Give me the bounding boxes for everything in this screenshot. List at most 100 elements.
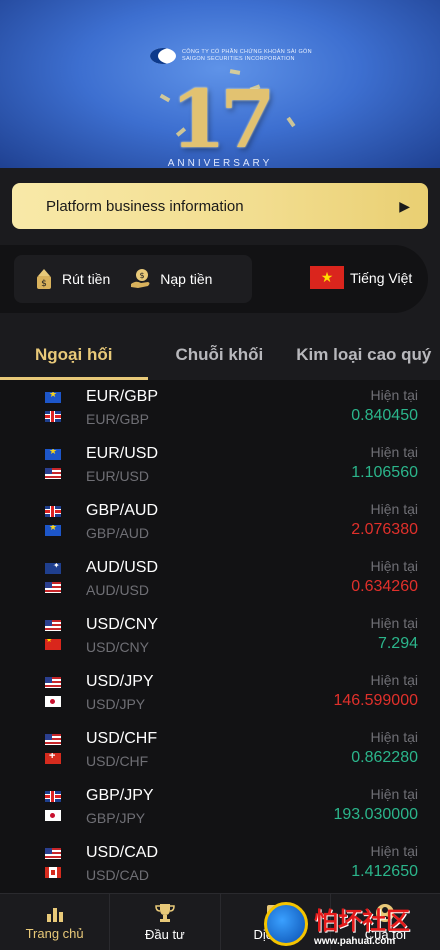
current-label: Hiện tại: [370, 558, 418, 574]
list-item[interactable]: USD/JPY USD/JPY Hiện tại 146.599000: [0, 665, 440, 722]
current-label: Hiện tại: [370, 672, 418, 688]
list-item[interactable]: EUR/USD EUR/USD Hiện tại 1.106560: [0, 437, 440, 494]
us-flag-icon: [45, 848, 61, 859]
pair-subtitle: USD/CHF: [86, 753, 149, 769]
pair-price: 1.106560: [351, 464, 418, 481]
canada-flag-icon: [45, 867, 61, 878]
pair-subtitle: GBP/AUD: [86, 525, 150, 541]
pair-price: 2.076380: [351, 521, 418, 538]
switzerland-flag-icon: [45, 753, 61, 764]
pair-price: 193.030000: [333, 806, 418, 823]
tab-forex[interactable]: Ngoại hối: [35, 345, 112, 365]
us-flag-icon: [45, 582, 61, 593]
list-item[interactable]: GBP/JPY GBP/JPY Hiện tại 193.030000: [0, 779, 440, 836]
withdraw-button[interactable]: $ Rút tiền: [14, 268, 110, 290]
nav-home[interactable]: Trang chủ: [0, 894, 111, 950]
anniversary-banner[interactable]: CÔNG TY CỔ PHẦN CHỨNG KHOÁN SÀI GÒN SAIG…: [0, 0, 440, 172]
current-label: Hiện tại: [370, 501, 418, 517]
eu-flag-icon: [45, 525, 61, 536]
list-item[interactable]: EUR/GBP EUR/GBP Hiện tại 0.840450: [0, 380, 440, 437]
trophy-icon: [155, 903, 175, 922]
pair-subtitle: AUD/USD: [86, 582, 150, 598]
pair-name: GBP/JPY: [86, 787, 154, 804]
pair-name: USD/CAD: [86, 844, 159, 861]
brand-line-2: SAIGON SECURITIES INCORPORATION: [182, 56, 295, 62]
service-icon: [267, 904, 284, 921]
list-item[interactable]: USD/CNY USD/CNY Hiện tại 7.294: [0, 608, 440, 665]
japan-flag-icon: [45, 810, 61, 821]
uk-flag-icon: [45, 506, 61, 517]
home-chart-icon: [44, 904, 66, 922]
pair-subtitle: USD/CAD: [86, 867, 150, 883]
pair-name: AUD/USD: [86, 559, 159, 576]
language-label: Tiếng Việt: [350, 269, 413, 286]
platform-info-label: Platform business information: [46, 197, 244, 215]
nav-invest[interactable]: Đầu tư: [110, 894, 221, 950]
nav-home-label: Trang chủ: [25, 925, 84, 941]
current-label: Hiện tại: [370, 444, 418, 460]
pair-subtitle: GBP/JPY: [86, 810, 146, 826]
language-selector[interactable]: ★ Tiếng Việt: [310, 266, 412, 289]
current-label: Hiện tại: [370, 729, 418, 745]
deposit-button[interactable]: $ Nạp tiền: [110, 268, 212, 290]
svg-text:$: $: [140, 271, 145, 280]
bottom-navigation: Trang chủ Đầu tư Dịch vụ Của tôi: [0, 893, 440, 950]
deposit-money-icon: $: [131, 269, 150, 288]
current-label: Hiện tại: [370, 387, 418, 403]
anniversary-number: 17: [170, 72, 275, 166]
eu-flag-icon: [45, 392, 61, 403]
pair-subtitle: EUR/GBP: [86, 411, 150, 427]
withdraw-money-icon: $: [37, 269, 51, 289]
pair-subtitle: USD/JPY: [86, 696, 146, 712]
tab-precious-metals[interactable]: Kim loại cao quý: [296, 345, 431, 365]
list-item[interactable]: USD/CAD USD/CAD Hiện tại 1.412650: [0, 836, 440, 893]
us-flag-icon: [45, 734, 61, 745]
pair-subtitle: USD/CNY: [86, 639, 150, 655]
pair-price: 1.412650: [351, 863, 418, 880]
chevron-right-icon: ▶: [399, 197, 410, 214]
pair-name: USD/CNY: [86, 616, 159, 633]
nav-profile-label: Của tôi: [364, 926, 406, 942]
vietnam-flag-icon: ★: [310, 266, 344, 289]
eu-flag-icon: [45, 449, 61, 460]
brand-line-1: CÔNG TY CỔ PHẦN CHỨNG KHOÁN SÀI GÒN: [182, 49, 312, 55]
company-logo-icon: [150, 48, 176, 64]
pair-price: 0.634260: [351, 578, 418, 595]
banner-logo: CÔNG TY CỔ PHẦN CHỨNG KHOÁN SÀI GÒN SAIG…: [150, 48, 312, 64]
pair-subtitle: EUR/USD: [86, 468, 150, 484]
list-item[interactable]: AUD/USD AUD/USD Hiện tại 0.634260: [0, 551, 440, 608]
nav-invest-label: Đầu tư: [144, 926, 185, 942]
withdraw-label: Rút tiền: [62, 271, 111, 287]
list-item[interactable]: USD/CHF USD/CHF Hiện tại 0.862280: [0, 722, 440, 779]
user-icon: [376, 903, 395, 922]
market-tabs: Ngoại hối Chuỗi khối Kim loại cao quý: [0, 330, 440, 380]
japan-flag-icon: [45, 696, 61, 707]
us-flag-icon: [45, 620, 61, 631]
pair-name: EUR/USD: [86, 445, 159, 462]
pair-price: 0.862280: [351, 749, 418, 766]
nav-service[interactable]: Dịch vụ: [221, 894, 331, 950]
pair-price: 7.294: [377, 635, 418, 652]
money-actions: $ Rút tiền $ Nạp tiền: [14, 255, 252, 303]
current-label: Hiện tại: [370, 615, 418, 631]
pair-price: 0.840450: [351, 407, 418, 424]
pair-name: USD/CHF: [86, 730, 158, 747]
china-flag-icon: [45, 639, 61, 650]
nav-profile[interactable]: Của tôi: [331, 894, 440, 950]
pair-price: 146.599000: [333, 692, 418, 709]
australia-flag-icon: [45, 563, 61, 574]
uk-flag-icon: [45, 791, 61, 802]
current-label: Hiện tại: [370, 786, 418, 802]
pair-name: GBP/AUD: [86, 502, 159, 519]
pair-name: USD/JPY: [86, 673, 154, 690]
us-flag-icon: [45, 468, 61, 479]
nav-service-label: Dịch vụ: [253, 926, 297, 942]
platform-info-button[interactable]: Platform business information ▶: [12, 183, 428, 229]
deposit-label: Nạp tiền: [160, 271, 213, 287]
us-flag-icon: [45, 677, 61, 688]
tab-blockchain[interactable]: Chuỗi khối: [175, 345, 263, 365]
pair-name: EUR/GBP: [86, 388, 159, 405]
list-item[interactable]: GBP/AUD GBP/AUD Hiện tại 2.076380: [0, 494, 440, 551]
current-label: Hiện tại: [370, 843, 418, 859]
svg-text:$: $: [41, 279, 47, 289]
